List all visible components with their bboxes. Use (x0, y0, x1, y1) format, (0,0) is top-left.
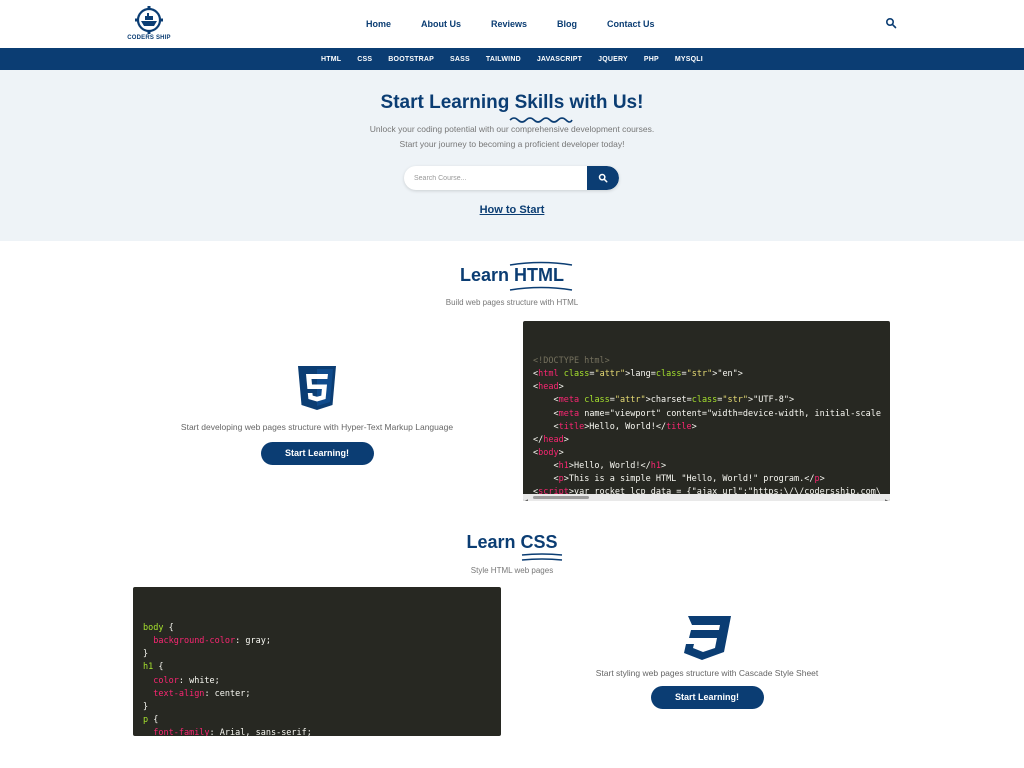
html-section: Learn HTML Build web pages structure wit… (0, 241, 1024, 511)
hero-subtitle-line2: Start your journey to becoming a profici… (399, 139, 625, 149)
category-html[interactable]: HTML (321, 56, 341, 63)
css-feature: Start styling web pages structure with C… (540, 616, 874, 709)
code-line: background-color: gray; (153, 636, 271, 647)
code-line: font-family: Arial, sans-serif; (153, 727, 312, 736)
hero-section: Start Learning Skills with Us! Unlock yo… (0, 70, 1024, 241)
css-section-title: Learn CSS (466, 532, 558, 552)
main-nav: Home About Us Reviews Blog Contact Us (366, 0, 685, 48)
code-line: <p>This is a simple HTML "Hello, World!"… (533, 474, 825, 485)
code-line: <title>Hello, World!</title> (533, 421, 697, 432)
category-javascript[interactable]: JAVASCRIPT (537, 56, 582, 63)
code-line: p { (143, 714, 159, 725)
css3-icon (684, 616, 731, 660)
code-line: <body> (533, 447, 564, 458)
code-line: <meta name="viewport" content="width=dev… (533, 408, 882, 419)
category-jquery[interactable]: JQUERY (598, 56, 628, 63)
ship-logo-icon (135, 6, 163, 34)
category-nav: HTML CSS BOOTSTRAP SASS TAILWIND JAVASCR… (0, 48, 1024, 70)
scrollbar-thumb[interactable] (533, 496, 589, 499)
html-title-arc (509, 261, 573, 291)
code-line: } (143, 649, 149, 660)
category-php[interactable]: PHP (644, 56, 659, 63)
site-header: CODERS SHIP Home About Us Reviews Blog C… (0, 0, 1024, 48)
nav-about-us[interactable]: About Us (421, 19, 461, 29)
html-start-learning-button[interactable]: Start Learning! (260, 442, 374, 465)
hero-title: Start Learning Skills with Us! (380, 92, 644, 113)
html-feature-text: Start developing web pages structure wit… (180, 422, 454, 432)
css-feature-text: Start styling web pages structure with C… (595, 668, 819, 678)
code-line: color: white; (153, 675, 220, 686)
code-line: <!DOCTYPE html> (533, 356, 610, 367)
nav-blog[interactable]: Blog (557, 19, 577, 29)
css-start-learning-button[interactable]: Start Learning! (650, 686, 764, 709)
logo-text: CODERS SHIP (127, 35, 171, 41)
css-section-subtitle: Style HTML web pages (470, 566, 554, 575)
html-code-lines: <!DOCTYPE html> <html class="attr">lang=c… (533, 355, 882, 501)
search-icon[interactable] (885, 17, 897, 29)
html-feature: Start developing web pages structure wit… (150, 366, 484, 465)
code-line: <html class="attr">lang=class="str">"en"… (533, 369, 743, 380)
html-code-block: <!DOCTYPE html> <html class="attr">lang=c… (523, 321, 890, 501)
nav-home[interactable]: Home (366, 19, 391, 29)
scroll-right-icon[interactable]: ▶ (885, 495, 888, 501)
course-search (404, 166, 619, 190)
category-bootstrap[interactable]: BOOTSTRAP (388, 56, 434, 63)
course-search-button[interactable] (587, 166, 619, 190)
css-code-block: body { background-color: gray;} h1 { colo… (133, 587, 501, 736)
search-icon (598, 173, 608, 183)
how-to-start-link[interactable]: How to Start (0, 204, 1024, 216)
hero-subtitle-line1: Unlock your coding potential with our co… (369, 124, 655, 134)
course-search-input[interactable] (404, 166, 587, 190)
code-line: h1 { (143, 662, 164, 673)
html-section-subtitle: Build web pages structure with HTML (445, 298, 579, 307)
css-section: Learn CSS Style HTML web pages body { ba… (0, 511, 1024, 768)
site-logo[interactable]: CODERS SHIP (126, 6, 172, 44)
nav-contact-us[interactable]: Contact Us (607, 19, 655, 29)
nav-reviews[interactable]: Reviews (491, 19, 527, 29)
code-line: <meta class="attr">charset=class="str">"… (533, 395, 795, 406)
code-line: } (143, 701, 149, 712)
scroll-left-icon[interactable]: ◀ (525, 495, 528, 501)
category-sass[interactable]: SASS (450, 56, 470, 63)
code-horizontal-scrollbar[interactable]: ◀ ▶ (523, 494, 890, 501)
category-mysqli[interactable]: MYSQLI (675, 56, 703, 63)
html5-icon (298, 366, 336, 410)
hero-subtitle: Unlock your coding potential with our co… (0, 122, 1024, 152)
code-line: </head> (533, 434, 569, 445)
code-line: <head> (533, 382, 564, 393)
css-title-underline (521, 553, 563, 561)
css-code-lines: body { background-color: gray;} h1 { colo… (143, 622, 491, 736)
category-tailwind[interactable]: TAILWIND (486, 56, 521, 63)
code-line: body { (143, 623, 174, 634)
code-line: <h1>Hello, World!</h1> (533, 460, 667, 471)
category-css[interactable]: CSS (357, 56, 372, 63)
code-line: text-align: center; (153, 688, 251, 699)
